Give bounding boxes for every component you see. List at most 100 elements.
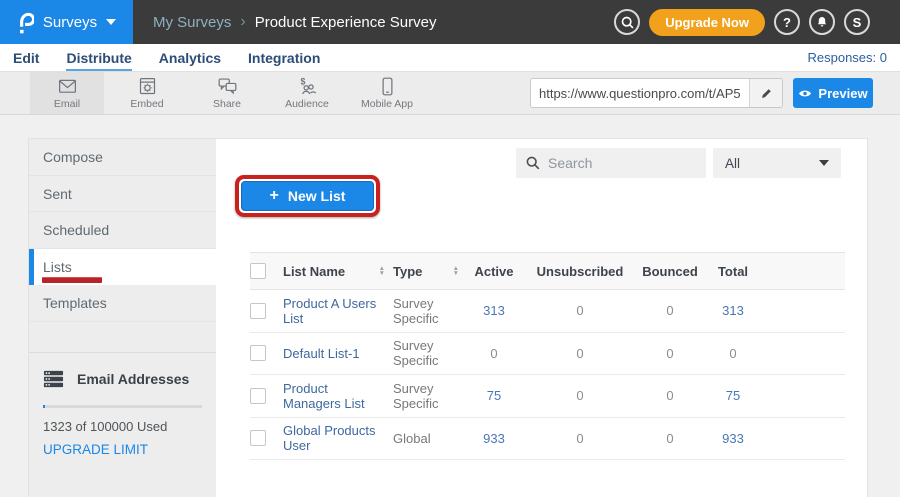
list-table-body: Product A Users List Survey Specific 313… xyxy=(250,290,845,460)
row-checkbox[interactable] xyxy=(250,388,266,404)
sort-icon[interactable]: ▲▼ xyxy=(379,266,385,276)
row-checkbox[interactable] xyxy=(250,303,266,319)
select-all-checkbox[interactable] xyxy=(250,263,266,279)
avatar-initial: S xyxy=(853,15,862,30)
row-checkbox[interactable] xyxy=(250,430,266,446)
new-list-button[interactable]: + New List xyxy=(241,181,374,211)
cell-bounced: 0 xyxy=(639,388,701,403)
sidebar-item-sent[interactable]: Sent xyxy=(29,176,216,213)
breadcrumb-my-surveys[interactable]: My Surveys xyxy=(153,14,231,31)
table-header-row: List Name ▲▼ Type ▲▼ Active Unsubscribed… xyxy=(250,252,845,290)
surveys-product-menu[interactable]: Surveys xyxy=(0,0,133,44)
list-filter-dropdown[interactable]: All xyxy=(713,148,841,178)
email-lists-table: List Name ▲▼ Type ▲▼ Active Unsubscribed… xyxy=(250,252,845,460)
chevron-down-icon xyxy=(106,19,116,25)
channel-label: Audience xyxy=(285,98,329,110)
sort-icon[interactable]: ▲▼ xyxy=(453,266,459,276)
tab-edit[interactable]: Edit xyxy=(13,44,39,71)
chevron-down-icon xyxy=(819,160,829,166)
channel-audience[interactable]: $ Audience xyxy=(270,72,344,114)
breadcrumb-current-survey: Product Experience Survey xyxy=(255,14,437,31)
email-addresses-block: Email Addresses 1323 of 100000 Used UPGR… xyxy=(29,353,216,457)
channel-mobile-app[interactable]: Mobile App xyxy=(350,72,424,114)
survey-url-group xyxy=(530,78,783,108)
table-row: Product Managers List Survey Specific 75… xyxy=(250,375,845,418)
pencil-icon xyxy=(760,87,773,100)
cell-total[interactable]: 313 xyxy=(701,303,765,318)
new-list-label: New List xyxy=(288,188,346,204)
sidebar-item-lists[interactable]: Lists xyxy=(29,249,216,286)
column-bounced: Bounced xyxy=(639,264,701,279)
cell-unsubscribed: 0 xyxy=(521,303,639,318)
table-row: Product A Users List Survey Specific 313… xyxy=(250,290,845,333)
table-row: Default List-1 Survey Specific 0 0 0 0 xyxy=(250,333,845,376)
bell-icon xyxy=(815,15,829,29)
channel-email[interactable]: Email xyxy=(30,72,104,114)
upgrade-limit-link[interactable]: UPGRADE LIMIT xyxy=(43,442,202,457)
cell-list-name[interactable]: Default List-1 xyxy=(283,346,360,361)
column-active: Active xyxy=(467,264,521,279)
cell-type: Global xyxy=(393,431,431,446)
sidebar-item-templates[interactable]: Templates xyxy=(29,285,216,322)
breadcrumb: My Surveys › Product Experience Survey xyxy=(153,13,436,31)
mobile-app-icon xyxy=(377,76,398,97)
cell-total[interactable]: 0 xyxy=(701,346,765,361)
svg-text:$: $ xyxy=(300,76,305,86)
survey-url-input[interactable] xyxy=(531,79,749,107)
eye-icon xyxy=(798,88,812,99)
search-button[interactable] xyxy=(614,9,640,35)
email-usage-text: 1323 of 100000 Used xyxy=(43,419,202,434)
toolbar-right: Preview xyxy=(530,72,900,114)
cell-total[interactable]: 75 xyxy=(701,388,765,403)
annotation-underline xyxy=(42,277,102,283)
cell-type: Survey Specific xyxy=(393,338,459,368)
cell-bounced: 0 xyxy=(639,431,701,446)
avatar[interactable]: S xyxy=(844,9,870,35)
tab-integration[interactable]: Integration xyxy=(248,44,320,71)
share-icon xyxy=(217,76,238,97)
channel-label: Email xyxy=(54,98,80,110)
edit-url-button[interactable] xyxy=(749,79,782,107)
cell-active[interactable]: 933 xyxy=(467,431,521,446)
cell-bounced: 0 xyxy=(639,303,701,318)
question-mark-icon: ? xyxy=(783,15,791,30)
responses-count[interactable]: Responses: 0 xyxy=(808,50,900,65)
search-icon xyxy=(526,156,540,170)
sidebar-item-scheduled[interactable]: Scheduled xyxy=(29,212,216,249)
email-usage-progress xyxy=(43,405,202,408)
email-lists-card: Compose Sent Scheduled Lists Templates xyxy=(28,138,868,497)
top-bar: Surveys My Surveys › Product Experience … xyxy=(0,0,900,44)
product-label: Surveys xyxy=(43,14,97,31)
cell-list-name[interactable]: Global Products User xyxy=(283,423,385,453)
channel-label: Share xyxy=(213,98,241,110)
upgrade-now-button[interactable]: Upgrade Now xyxy=(649,9,765,36)
email-usage-progress-fill xyxy=(43,405,45,408)
sidebar-item-compose[interactable]: Compose xyxy=(29,139,216,176)
tab-distribute[interactable]: Distribute xyxy=(66,44,131,71)
cell-unsubscribed: 0 xyxy=(521,388,639,403)
channel-share[interactable]: Share xyxy=(190,72,264,114)
cell-active[interactable]: 75 xyxy=(467,388,521,403)
notifications-button[interactable] xyxy=(809,9,835,35)
row-checkbox[interactable] xyxy=(250,345,266,361)
tab-analytics[interactable]: Analytics xyxy=(159,44,221,71)
cell-list-name[interactable]: Product Managers List xyxy=(283,381,385,411)
survey-nav-tabs: Edit Distribute Analytics Integration Re… xyxy=(0,44,900,72)
questionpro-logo-icon xyxy=(17,11,34,34)
cell-type: Survey Specific xyxy=(393,296,459,326)
cell-total[interactable]: 933 xyxy=(701,431,765,446)
cell-active[interactable]: 313 xyxy=(467,303,521,318)
table-row: Global Products User Global 933 0 0 933 xyxy=(250,418,845,461)
preview-button[interactable]: Preview xyxy=(793,78,873,108)
channel-embed[interactable]: Embed xyxy=(110,72,184,114)
lists-main-panel: All + New List List Name ▲▼ Type xyxy=(216,139,867,497)
cell-unsubscribed: 0 xyxy=(521,346,639,361)
cell-unsubscribed: 0 xyxy=(521,431,639,446)
search-input[interactable] xyxy=(548,155,729,171)
help-button[interactable]: ? xyxy=(774,9,800,35)
column-unsubscribed: Unsubscribed xyxy=(521,264,639,279)
embed-icon xyxy=(137,76,158,97)
cell-list-name[interactable]: Product A Users List xyxy=(283,296,385,326)
cell-active[interactable]: 0 xyxy=(467,346,521,361)
breadcrumb-separator: › xyxy=(240,13,245,31)
